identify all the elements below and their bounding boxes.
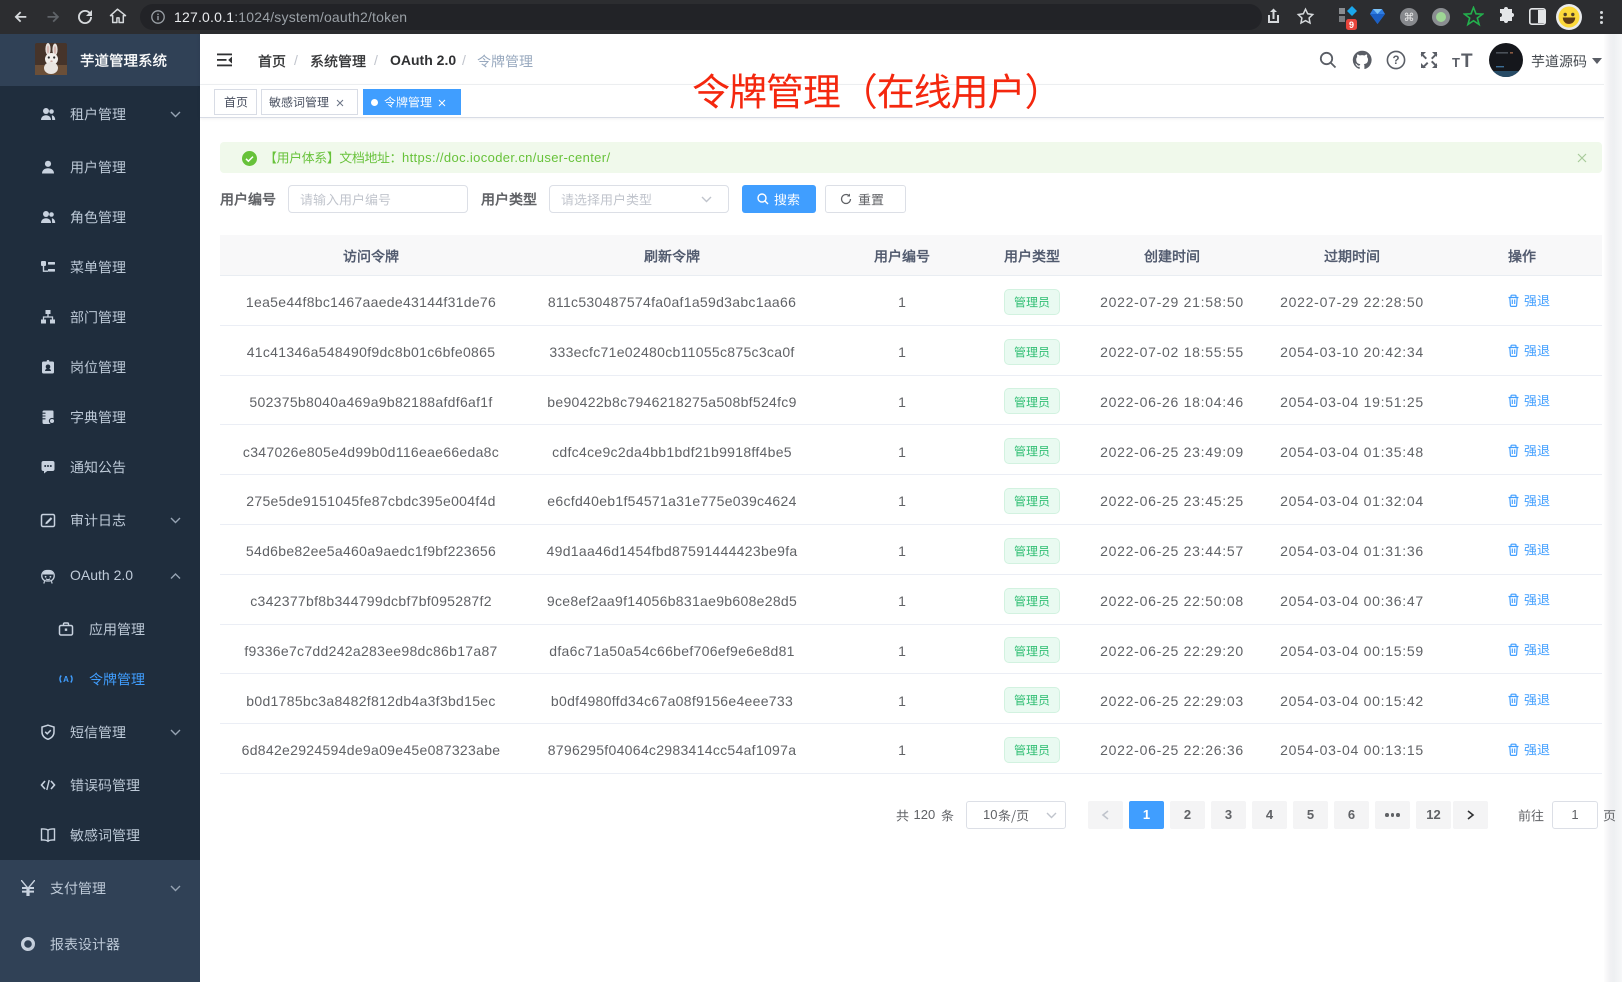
svg-text:A: A [63, 675, 69, 684]
svg-text:T: T [1461, 51, 1473, 69]
svg-text:⌘: ⌘ [1404, 12, 1415, 24]
svg-text:?: ? [1392, 55, 1399, 67]
svg-text:T: T [1452, 55, 1460, 69]
svg-text:9: 9 [1349, 20, 1354, 30]
